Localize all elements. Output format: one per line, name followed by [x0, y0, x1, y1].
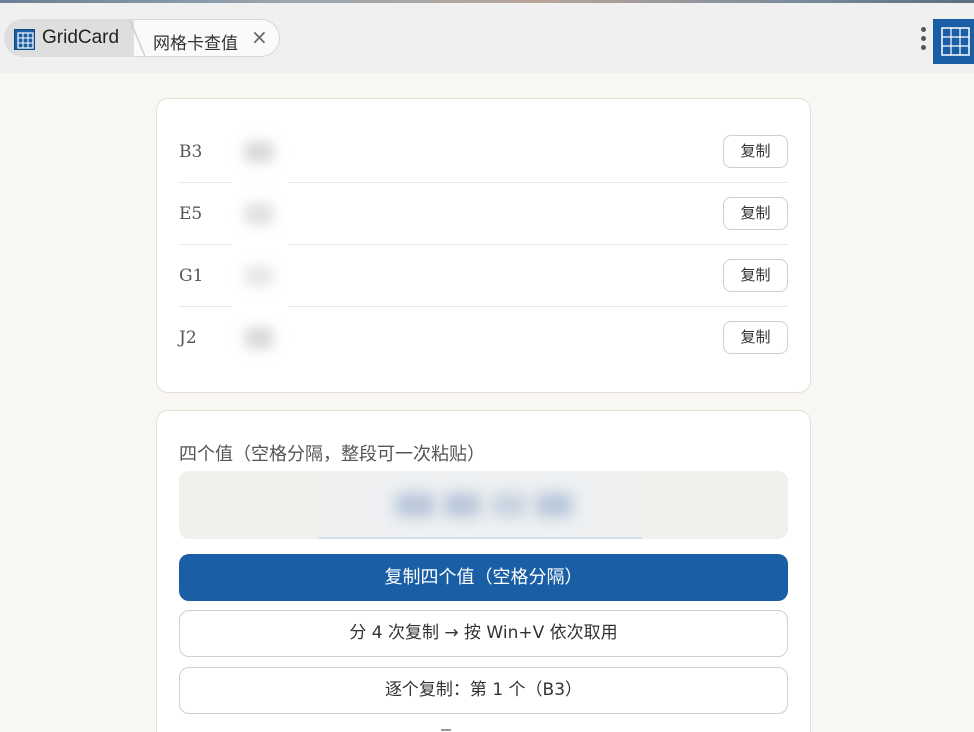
copy-e5-button[interactable]: 复制: [723, 197, 788, 230]
cell-label: J2: [179, 328, 197, 348]
redacted-value: [244, 327, 274, 349]
copy-j2-button[interactable]: 复制: [723, 321, 788, 354]
cell-label: E5: [179, 204, 203, 224]
tab-separator: [129, 19, 145, 57]
redacted-value: [244, 141, 274, 163]
combined-values-display: [179, 471, 788, 539]
redacted-value: [443, 493, 481, 517]
copy-each-button[interactable]: 逐个复制：第 1 个（B3）: [179, 667, 788, 714]
redacted-value: [491, 493, 527, 517]
grid-extension-icon[interactable]: [933, 19, 974, 64]
cell-label: B3: [179, 142, 203, 162]
redacted-value: [244, 265, 274, 287]
cell-label: G1: [179, 266, 204, 286]
close-icon[interactable]: ×: [251, 27, 268, 47]
copy-g1-button[interactable]: 复制: [723, 259, 788, 292]
combined-values-card: 四个值（空格分隔，整段可一次粘贴） 复制四个值（空格分隔） 分 4 次复制 → …: [156, 410, 811, 732]
copy-all-button[interactable]: 复制四个值（空格分隔）: [179, 554, 788, 601]
combined-values-title: 四个值（空格分隔，整段可一次粘贴）: [179, 444, 485, 465]
tab-gridcard-label: GridCard: [42, 27, 120, 48]
copy-split-button[interactable]: 分 4 次复制 → 按 Win+V 依次取用: [179, 610, 788, 657]
tab-lookup-label: 网格卡查值: [153, 34, 238, 54]
tab-bar: GridCard 网格卡查值 ×: [0, 3, 974, 73]
redacted-combined-values: [319, 471, 642, 539]
redacted-value: [244, 203, 274, 225]
redacted-value: [395, 493, 435, 517]
copy-b3-button[interactable]: 复制: [723, 135, 788, 168]
grid-logo-icon: [14, 29, 35, 50]
more-menu-icon[interactable]: [919, 27, 927, 55]
redacted-value: [535, 493, 573, 517]
